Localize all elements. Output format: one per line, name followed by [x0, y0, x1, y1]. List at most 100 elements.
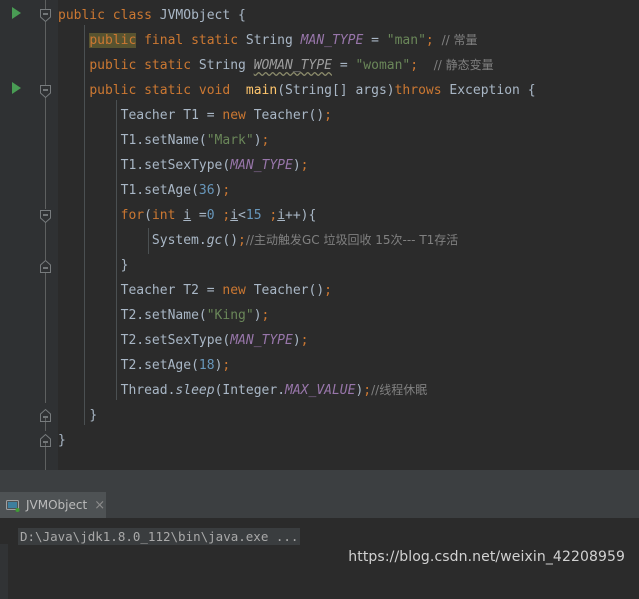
token-comment: // 静态变量: [433, 58, 494, 72]
token-method-name: main: [245, 83, 278, 98]
tool-window-splitter[interactable]: [0, 470, 639, 492]
fold-line-segment: [45, 222, 46, 260]
token-paren: ): [253, 133, 262, 148]
token-dot: .: [136, 333, 145, 348]
token-number: 18: [198, 358, 215, 373]
token-semicolon: ;: [261, 133, 270, 148]
fold-main-close-icon[interactable]: [38, 408, 53, 423]
code-line-14: T2.setSexType(MAN_TYPE);: [58, 328, 309, 353]
token-semicolon: ;: [425, 33, 434, 48]
token-operator: ++): [285, 208, 309, 223]
token-semicolon: ;: [269, 208, 278, 223]
console-tab-jvmobject[interactable]: JVMObject ×: [0, 492, 106, 518]
code-line-17: }: [58, 403, 97, 428]
token-semicolon: ;: [410, 58, 419, 73]
token-keyword: throws: [394, 83, 442, 98]
token-dot: .: [198, 233, 207, 248]
token-keyword: public: [89, 58, 137, 73]
token-semicolon: ;: [324, 283, 332, 298]
token-type: System: [151, 233, 199, 248]
code-line-4: public static void main(String[] args)th…: [58, 78, 536, 103]
fold-line-segment: [45, 97, 46, 209]
token-type: String: [198, 58, 246, 73]
token-keyword: new: [222, 108, 246, 123]
token-type: Teacher: [120, 283, 176, 298]
token-paren: (): [222, 233, 239, 248]
token-operator: =: [371, 33, 379, 48]
code-line-16: Thread.sleep(Integer.MAX_VALUE);//线程休眠: [58, 378, 428, 403]
token-semicolon: ;: [300, 158, 309, 173]
token-keyword-highlighted: public: [89, 33, 137, 48]
code-line-2: public final static String MAN_TYPE = "m…: [58, 28, 477, 53]
code-line-9: for(int i =0 ;i<15 ;i++){: [58, 203, 317, 228]
token-variable: T2: [120, 333, 137, 348]
code-line-10: System.gc();//主动触发GC 垃圾回收 15次--- T1存活: [58, 228, 458, 253]
token-semicolon: ;: [363, 383, 372, 398]
token-paren: (: [277, 83, 286, 98]
code-line-7: T1.setSexType(MAN_TYPE);: [58, 153, 309, 178]
token-parameter: args: [355, 83, 387, 98]
watermark-url: https://blog.csdn.net/weixin_42208959: [348, 549, 625, 565]
token-method-call: setSexType: [144, 333, 223, 348]
token-paren: ): [253, 308, 262, 323]
fold-main-open-icon[interactable]: [38, 84, 53, 99]
token-type: String: [285, 83, 332, 98]
token-dot: .: [136, 133, 145, 148]
code-line-11: }: [58, 253, 129, 278]
token-static-field: MAX_VALUE: [285, 383, 356, 398]
token-paren: (): [308, 283, 325, 298]
code-text-area[interactable]: public class JVMObject { public final st…: [58, 0, 639, 470]
token-operator: <: [238, 208, 246, 223]
token-comment: // 常量: [441, 33, 478, 47]
code-line-18: }: [58, 428, 66, 453]
code-line-5: Teacher T1 = new Teacher();: [58, 103, 332, 128]
console-tab-bar: JVMObject ×: [0, 492, 639, 518]
token-paren: (: [198, 133, 207, 148]
token-dot: .: [277, 383, 286, 398]
token-operator: =: [206, 283, 215, 298]
token-method-call: setAge: [144, 183, 192, 198]
token-type: Teacher: [253, 283, 309, 298]
run-class-marker-icon[interactable]: [12, 7, 21, 19]
fold-for-open-icon[interactable]: [38, 209, 53, 224]
run-configuration-icon: [6, 498, 20, 512]
fold-class-open-icon[interactable]: [38, 8, 53, 23]
token-type: Integer: [222, 383, 278, 398]
code-editor[interactable]: public class JVMObject { public final st…: [0, 0, 639, 470]
token-number: 0: [206, 208, 215, 223]
token-keyword: public: [89, 83, 137, 98]
fold-line-segment: [45, 22, 46, 85]
token-paren: (: [198, 308, 207, 323]
token-paren: ): [292, 333, 301, 348]
token-keyword: static: [144, 83, 192, 98]
token-local-variable: i: [230, 208, 239, 223]
token-number: 36: [198, 183, 215, 198]
editor-gutter[interactable]: [0, 0, 58, 470]
token-type: Teacher: [253, 108, 309, 123]
token-type: Teacher: [120, 108, 176, 123]
fold-for-close-icon[interactable]: [38, 259, 53, 274]
token-brace: {: [308, 208, 317, 223]
token-semicolon: ;: [261, 308, 270, 323]
token-semicolon: ;: [238, 233, 246, 248]
code-line-13: T2.setName("King");: [58, 303, 270, 328]
token-static-field: MAN_TYPE: [230, 158, 293, 173]
token-static-field: MAN_TYPE: [230, 333, 293, 348]
fold-class-close-icon[interactable]: [38, 433, 53, 448]
token-type: Thread: [120, 383, 168, 398]
token-brace: }: [89, 408, 98, 423]
token-variable: T1: [120, 183, 137, 198]
token-paren: (: [191, 183, 199, 198]
token-paren: (: [191, 358, 199, 373]
token-brace: {: [527, 83, 536, 98]
token-keyword: new: [222, 283, 246, 298]
run-main-marker-icon[interactable]: [12, 82, 21, 94]
token-operator: =: [198, 208, 207, 223]
token-local-variable: i: [183, 208, 192, 223]
token-string: "woman": [355, 58, 411, 73]
token-static-field: MAN_TYPE: [300, 33, 364, 48]
token-brace: }: [120, 258, 129, 273]
token-keyword: static: [191, 33, 239, 48]
code-line-6: T1.setName("Mark");: [58, 128, 270, 153]
close-icon[interactable]: ×: [94, 499, 105, 512]
